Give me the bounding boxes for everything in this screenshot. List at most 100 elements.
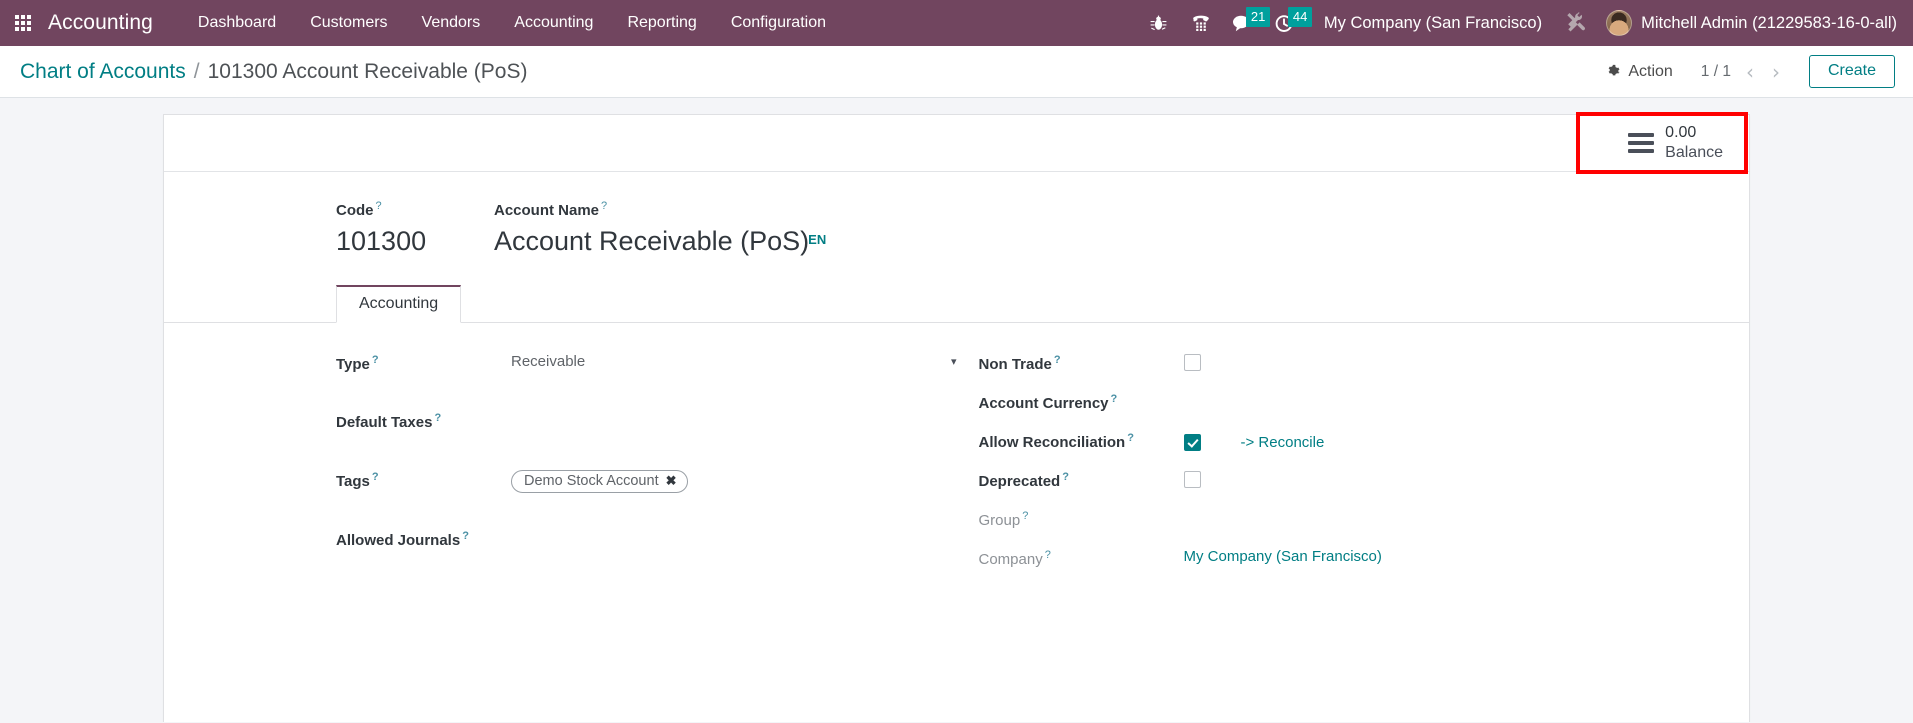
- group-field: [1184, 505, 1750, 527]
- right-field-column: Non Trade? Account Currency? Allow Recon…: [957, 349, 1750, 570]
- account-currency-label-cell: Account Currency?: [979, 388, 1184, 414]
- tab-accounting[interactable]: Accounting: [336, 285, 461, 323]
- user-menu[interactable]: Mitchell Admin (21229583-16-0-all): [1596, 10, 1897, 36]
- code-value[interactable]: 101300: [336, 225, 426, 259]
- action-button[interactable]: Action: [1594, 59, 1684, 85]
- notebook-tab-bar: Accounting: [164, 285, 1749, 323]
- code-field-group: Code? 101300: [164, 200, 494, 259]
- control-panel-actions: Action 1 / 1 ‹ › Create: [1594, 55, 1895, 88]
- stat-button-box: 0.00 Balance: [164, 115, 1749, 172]
- main-menu: Dashboard Customers Vendors Accounting R…: [181, 0, 843, 46]
- pager-previous-icon[interactable]: ‹: [1737, 57, 1763, 87]
- non-trade-field[interactable]: [1184, 349, 1750, 371]
- deprecated-help-icon[interactable]: ?: [1062, 471, 1069, 483]
- deprecated-label: Deprecated: [979, 473, 1061, 490]
- default-taxes-help-icon[interactable]: ?: [434, 412, 441, 424]
- deprecated-checkbox[interactable]: [1184, 471, 1201, 488]
- tags-help-icon[interactable]: ?: [372, 471, 379, 483]
- allow-reconciliation-help-icon[interactable]: ?: [1127, 432, 1134, 444]
- gear-icon: [1606, 64, 1621, 79]
- group-label-cell: Group?: [979, 505, 1184, 531]
- allowed-journals-label: Allowed Journals: [336, 532, 460, 549]
- default-taxes-label-cell: Default Taxes?: [336, 407, 511, 433]
- navbar-systray: 21 44 My Company (San Francisco) Mitchel…: [1138, 0, 1913, 46]
- allow-reconciliation-label-cell: Allow Reconciliation?: [979, 427, 1184, 453]
- account-currency-help-icon[interactable]: ?: [1111, 393, 1118, 405]
- allowed-journals-help-icon[interactable]: ?: [462, 530, 469, 542]
- breadcrumb: Chart of Accounts / 101300 Account Recei…: [20, 60, 527, 84]
- content-area: 0.00 Balance Code? 101300 Account Name?: [0, 98, 1913, 722]
- accounting-tab-panel: Type? Receivable ▾ Default Taxes?: [164, 323, 1749, 570]
- breadcrumb-chart-of-accounts[interactable]: Chart of Accounts: [20, 60, 186, 84]
- user-name-label: Mitchell Admin (21229583-16-0-all): [1641, 14, 1897, 33]
- deprecated-field[interactable]: [1184, 466, 1750, 488]
- tools-icon[interactable]: [1556, 12, 1596, 34]
- allow-reconciliation-checkbox[interactable]: [1184, 434, 1201, 451]
- account-name-value-row: Account Receivable (PoS)EN: [494, 220, 1749, 259]
- company-label: Company: [979, 551, 1043, 568]
- bars-icon: [1628, 133, 1654, 153]
- app-brand-accounting[interactable]: Accounting: [46, 11, 159, 35]
- avatar: [1606, 10, 1632, 36]
- company-field[interactable]: My Company (San Francisco): [1184, 544, 1750, 566]
- type-value: Receivable: [511, 353, 585, 370]
- company-help-icon[interactable]: ?: [1045, 549, 1051, 561]
- allow-reconciliation-label: Allow Reconciliation: [979, 434, 1126, 451]
- balance-value: 0.00: [1665, 123, 1723, 143]
- create-button[interactable]: Create: [1809, 55, 1895, 88]
- balance-stat-button[interactable]: 0.00 Balance: [1614, 115, 1749, 170]
- messages-icon[interactable]: 21: [1222, 0, 1264, 46]
- activity-clock-icon[interactable]: 44: [1264, 0, 1306, 46]
- account-currency-field[interactable]: [1184, 388, 1750, 410]
- menu-vendors[interactable]: Vendors: [405, 0, 498, 46]
- type-select[interactable]: Receivable ▾: [511, 353, 957, 370]
- allowed-journals-field[interactable]: [511, 525, 957, 547]
- account-name-field-group: Account Name? Account Receivable (PoS)EN: [494, 200, 1749, 259]
- menu-reporting[interactable]: Reporting: [610, 0, 713, 46]
- balance-stat-text: 0.00 Balance: [1665, 123, 1723, 163]
- type-help-icon[interactable]: ?: [372, 354, 379, 366]
- menu-accounting[interactable]: Accounting: [497, 0, 610, 46]
- non-trade-label: Non Trade: [979, 356, 1052, 373]
- menu-dashboard[interactable]: Dashboard: [181, 0, 293, 46]
- account-name-help-icon[interactable]: ?: [601, 200, 607, 212]
- company-switcher[interactable]: My Company (San Francisco): [1306, 14, 1556, 33]
- non-trade-checkbox[interactable]: [1184, 354, 1201, 371]
- header-fields: Code? 101300 Account Name? Account Recei…: [164, 172, 1749, 259]
- default-taxes-label: Default Taxes: [336, 414, 432, 431]
- group-help-icon[interactable]: ?: [1022, 510, 1028, 522]
- account-name-label-row: Account Name?: [494, 200, 1749, 220]
- bug-icon[interactable]: [1138, 0, 1180, 46]
- dialpad-icon[interactable]: [1180, 0, 1222, 46]
- menu-customers[interactable]: Customers: [293, 0, 404, 46]
- tag-remove-icon[interactable]: ✖: [666, 473, 677, 489]
- breadcrumb-current-record: 101300 Account Receivable (PoS): [208, 60, 528, 84]
- tag-label: Demo Stock Account: [524, 473, 659, 489]
- allow-reconciliation-field: -> Reconcile: [1184, 427, 1750, 451]
- notebook: Accounting Type? Receivable ▾: [164, 285, 1749, 570]
- tag-demo-stock-account[interactable]: Demo Stock Account ✖: [511, 470, 688, 493]
- account-name-value[interactable]: Account Receivable (PoS): [494, 225, 809, 259]
- code-help-icon[interactable]: ?: [376, 200, 382, 212]
- action-button-label: Action: [1628, 63, 1672, 81]
- tags-field[interactable]: Demo Stock Account ✖: [511, 466, 957, 493]
- apps-grid-icon[interactable]: [0, 0, 46, 46]
- code-label: Code: [336, 202, 374, 219]
- tags-label-cell: Tags?: [336, 466, 511, 492]
- allowed-journals-label-cell: Allowed Journals?: [336, 525, 511, 551]
- non-trade-help-icon[interactable]: ?: [1054, 354, 1061, 366]
- pager-next-icon[interactable]: ›: [1763, 57, 1789, 87]
- control-panel: Chart of Accounts / 101300 Account Recei…: [0, 46, 1913, 98]
- reconcile-link[interactable]: -> Reconcile: [1241, 434, 1325, 451]
- form-sheet: 0.00 Balance Code? 101300 Account Name?: [163, 114, 1750, 722]
- account-name-label: Account Name: [494, 202, 599, 219]
- default-taxes-field[interactable]: [511, 407, 957, 429]
- top-navbar: Accounting Dashboard Customers Vendors A…: [0, 0, 1913, 46]
- menu-configuration[interactable]: Configuration: [714, 0, 843, 46]
- code-label-row: Code?: [336, 200, 494, 220]
- sheet-wrapper: 0.00 Balance Code? 101300 Account Name?: [0, 114, 1913, 722]
- group-label: Group: [979, 512, 1021, 529]
- type-field[interactable]: Receivable ▾: [511, 349, 957, 371]
- allow-reconciliation-row: -> Reconcile: [1184, 431, 1750, 451]
- language-badge[interactable]: EN: [808, 232, 826, 247]
